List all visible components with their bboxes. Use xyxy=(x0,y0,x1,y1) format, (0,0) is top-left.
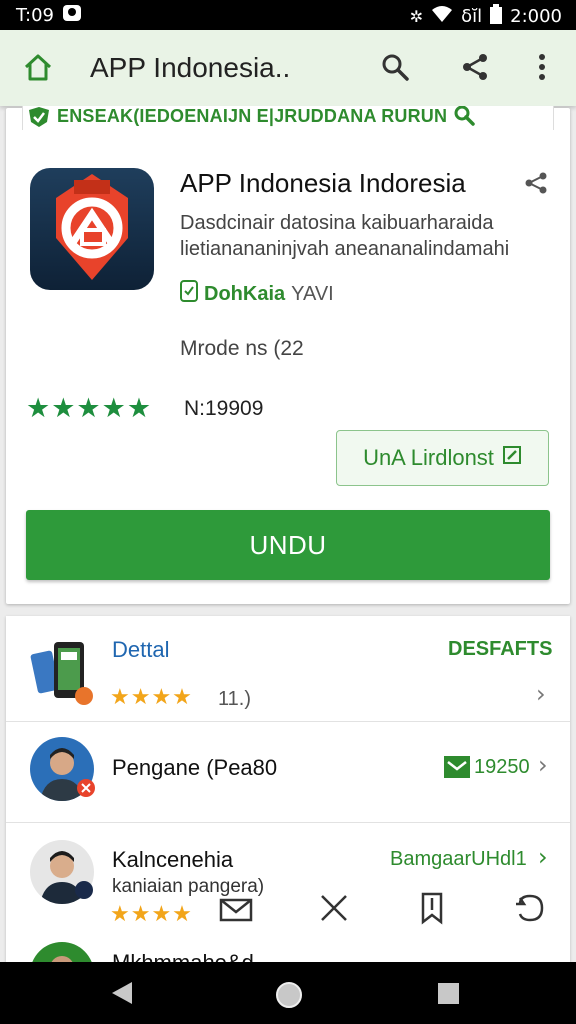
status-clock: 2:000 xyxy=(510,5,562,27)
shield-icon xyxy=(27,106,51,130)
list-item-rating: 11.) xyxy=(218,688,251,710)
home-circle-icon[interactable] xyxy=(276,982,302,1008)
verified-badge-icon xyxy=(180,280,198,308)
downloads-count: N:19909 xyxy=(184,397,264,420)
secondary-action-button[interactable]: UnA Lirdlonst xyxy=(336,430,549,486)
refresh-icon[interactable] xyxy=(512,890,548,926)
search-suggestion-strip[interactable]: ENSEAK(IEDOENAIJN E|JRUDDANA RURUN xyxy=(22,106,554,130)
recents-icon[interactable] xyxy=(438,983,459,1004)
secondary-button-label: UnA Lirdlonst xyxy=(363,445,494,470)
list-item-right-label[interactable]: 19250 xyxy=(474,756,530,779)
app-logo-icon xyxy=(30,168,154,290)
search-icon[interactable] xyxy=(453,106,475,130)
bookmark-icon[interactable] xyxy=(414,890,450,926)
close-icon[interactable] xyxy=(316,890,352,926)
status-time: T:09 xyxy=(16,4,54,26)
status-bar: T:09 ✲ δĭl 2:000 xyxy=(0,0,576,30)
bluetooth-icon: ✲ xyxy=(409,6,424,26)
phone-app-icon xyxy=(28,638,96,708)
developer-name[interactable]: DohKaia xyxy=(204,283,285,306)
share-icon[interactable] xyxy=(460,52,490,82)
list-item-title: Kalncenehia xyxy=(112,847,234,872)
description-line-1: Dasdcinair datosina kaibuarharaida xyxy=(180,212,494,234)
list-item-right-label[interactable]: BamgaarUHdl1 xyxy=(390,848,527,871)
description-line-2: lietianananinjvah aneananalindamahi xyxy=(180,238,510,260)
page-title: APP Indonesia.. xyxy=(90,52,291,83)
version-label: Mrode ns (22 xyxy=(180,337,304,360)
rating-stars: ★★★★★ xyxy=(26,393,153,423)
mail-icon[interactable] xyxy=(218,890,254,926)
app-description: Dasdcinair datosina kaibuarharaida lieti… xyxy=(180,210,509,262)
divider xyxy=(6,721,570,722)
developer-row[interactable]: DohKaia YAVI xyxy=(180,280,334,308)
list-item-title: Dettal xyxy=(112,637,170,662)
install-button-label: UNDU xyxy=(249,529,327,560)
wifi-icon xyxy=(431,5,453,27)
chevron-right-icon[interactable]: › xyxy=(538,751,548,779)
edit-icon xyxy=(502,445,522,471)
app-bar: APP Indonesia.. xyxy=(0,30,576,106)
more-vert-icon[interactable] xyxy=(527,52,557,82)
battery-icon xyxy=(490,4,503,28)
signal-label: δĭl xyxy=(461,5,483,27)
developer-suffix: YAVI xyxy=(291,282,334,305)
list-item-title: Pengane (Pea80 xyxy=(112,755,278,780)
mail-badge-icon xyxy=(444,756,470,783)
divider xyxy=(6,822,570,823)
app-name: APP Indonesia Indoresia xyxy=(180,168,466,198)
chevron-right-icon[interactable]: › xyxy=(538,843,548,871)
search-strip-text: ENSEAK(IEDOENAIJN E|JRUDDANA RURUN xyxy=(57,106,448,126)
list-item-stars: ★★★★ xyxy=(110,901,193,926)
home-icon[interactable] xyxy=(22,52,54,84)
badge-icon xyxy=(76,778,96,803)
list-item-right-label[interactable]: DESFAFTS xyxy=(448,638,552,661)
list-item-stars: ★★★★ xyxy=(110,684,193,709)
share-app-icon[interactable] xyxy=(522,170,550,201)
chevron-right-icon[interactable]: › xyxy=(536,680,546,708)
back-icon[interactable] xyxy=(112,982,132,1004)
install-button[interactable]: UNDU xyxy=(26,510,550,580)
notification-icon xyxy=(62,4,82,26)
search-icon[interactable] xyxy=(380,52,410,82)
badge-icon xyxy=(74,880,94,905)
